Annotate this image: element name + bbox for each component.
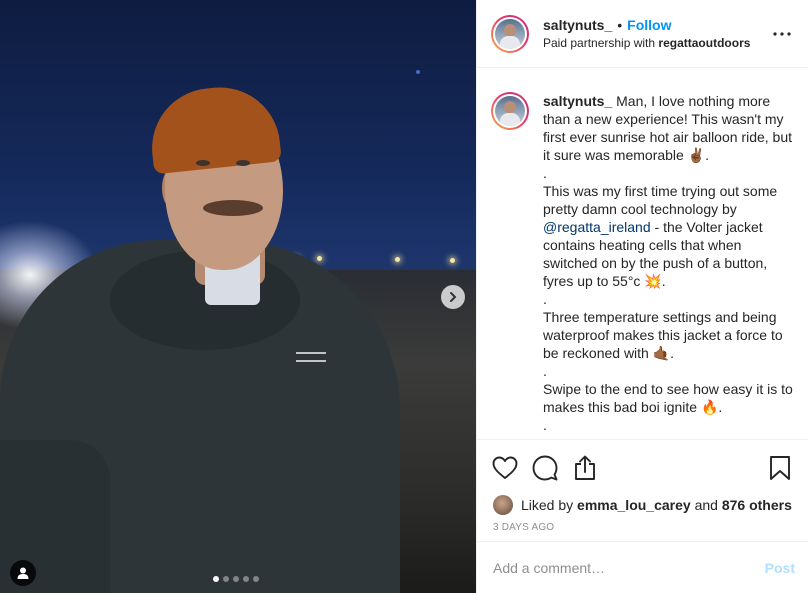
caption-username[interactable]: saltynuts_: [543, 93, 612, 109]
avatar[interactable]: [491, 14, 529, 53]
follow-button[interactable]: Follow: [627, 17, 671, 33]
instagram-post-modal: saltynuts_ • Follow Paid partnership wit…: [0, 0, 808, 593]
likes-row: Liked by emma_lou_carey and 876 others: [477, 492, 808, 518]
person-eye: [196, 160, 210, 166]
jacket-logo: [296, 352, 326, 362]
carousel-dot: [243, 576, 249, 582]
caption: saltynuts_ Man, I love nothing more than…: [543, 92, 797, 439]
username-link[interactable]: saltynuts_: [543, 17, 612, 33]
next-slide-button[interactable]: [441, 285, 465, 309]
carousel-indicator: [213, 576, 259, 582]
post-comment-button[interactable]: Post: [765, 560, 795, 576]
comment-input[interactable]: Add a comment…: [493, 560, 765, 576]
partnership-label: Paid partnership with: [543, 36, 656, 50]
person-cap: [146, 81, 282, 175]
comment-icon: [532, 455, 558, 481]
mention-link[interactable]: @regatta_ireland: [543, 219, 651, 235]
post-header: saltynuts_ • Follow Paid partnership wit…: [477, 0, 808, 68]
post-photo[interactable]: [0, 0, 476, 593]
person-mustache: [203, 200, 263, 216]
comment-box: Add a comment… Post: [477, 541, 808, 593]
chevron-right-icon: [450, 292, 457, 302]
more-options-button[interactable]: [770, 22, 794, 46]
partner-link[interactable]: regattaoutdoors: [658, 36, 750, 50]
liked-and: and: [694, 497, 718, 513]
like-button[interactable]: [485, 448, 525, 488]
more-options-icon: [773, 31, 791, 36]
tagged-users-button[interactable]: [10, 560, 36, 586]
liker-username[interactable]: emma_lou_carey: [577, 497, 691, 513]
person-eye: [236, 160, 250, 166]
avatar-image: [495, 18, 525, 49]
caption-area: saltynuts_ Man, I love nothing more than…: [477, 68, 808, 440]
carousel-dot: [253, 576, 259, 582]
carousel-dot: [233, 576, 239, 582]
avatar-image: [495, 96, 525, 126]
post-timestamp[interactable]: 3 DAYS AGO: [477, 518, 808, 542]
distant-light: [450, 258, 455, 263]
distant-light: [395, 257, 400, 262]
carousel-dot-active: [213, 576, 219, 582]
share-icon: [575, 455, 595, 480]
share-button[interactable]: [565, 448, 605, 488]
carousel-dot: [223, 576, 229, 582]
bookmark-icon: [770, 456, 790, 480]
caption-text-part1: Man, I love nothing more than a new expe…: [543, 93, 793, 217]
heart-icon: [492, 456, 518, 479]
liker-avatar[interactable]: [493, 495, 513, 515]
user-tag-icon: [17, 567, 29, 579]
liked-by-label: Liked by: [521, 497, 574, 513]
header-text: saltynuts_ • Follow Paid partnership wit…: [543, 17, 770, 50]
comment-button[interactable]: [525, 448, 565, 488]
separator-dot: •: [617, 17, 623, 33]
distant-light: [317, 256, 322, 261]
caption-avatar[interactable]: [491, 92, 529, 130]
sky-dot: [416, 70, 420, 74]
likes-count[interactable]: 876 others: [722, 497, 792, 513]
caption-text-part2: - the Volter jacket contains heating cel…: [543, 219, 793, 433]
post-sidebar: saltynuts_ • Follow Paid partnership wit…: [476, 0, 808, 593]
save-button[interactable]: [760, 448, 800, 488]
action-bar: [477, 444, 808, 492]
